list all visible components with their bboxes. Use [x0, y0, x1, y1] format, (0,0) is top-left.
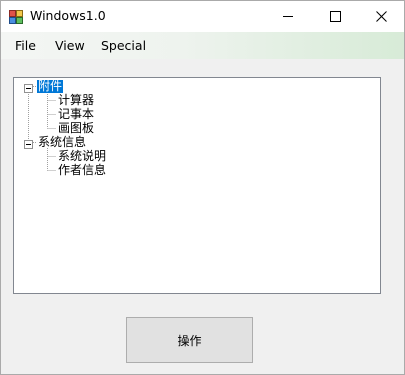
maximize-icon	[329, 11, 341, 22]
close-button[interactable]	[358, 1, 404, 32]
tree-node-paint[interactable]: 画图板	[57, 122, 95, 135]
tree-view[interactable]: 附件 计算器 记事本 画图板 系统信息 系统说明 作者信息	[13, 77, 381, 294]
minimize-button[interactable]	[265, 1, 311, 32]
action-button[interactable]: 操作	[126, 317, 253, 363]
tree-node-system-info[interactable]: 系统信息	[37, 136, 87, 149]
menu-view[interactable]: View	[55, 38, 85, 53]
menu-file[interactable]: File	[15, 38, 36, 53]
title-bar[interactable]: Windows1.0	[1, 1, 404, 32]
maximize-button[interactable]	[312, 1, 358, 32]
app-window-icon	[9, 10, 23, 24]
menu-bar: File View Special	[1, 32, 404, 59]
main-window: Windows1.0 File View Special 附件 计算器 记事本 …	[0, 0, 405, 375]
tree-node-author-info[interactable]: 作者信息	[57, 164, 107, 177]
collapse-icon[interactable]	[24, 138, 33, 149]
collapse-icon[interactable]	[24, 82, 33, 93]
tree-node-notepad[interactable]: 记事本	[57, 108, 95, 121]
window-title: Windows1.0	[30, 8, 106, 23]
menu-special[interactable]: Special	[101, 38, 146, 53]
minimize-icon	[282, 11, 294, 22]
action-button-label: 操作	[177, 333, 202, 348]
tree-node-accessories[interactable]: 附件	[35, 79, 65, 94]
tree-node-system-description[interactable]: 系统说明	[57, 150, 107, 163]
close-icon	[375, 11, 387, 22]
tree-node-calculator[interactable]: 计算器	[57, 94, 95, 107]
